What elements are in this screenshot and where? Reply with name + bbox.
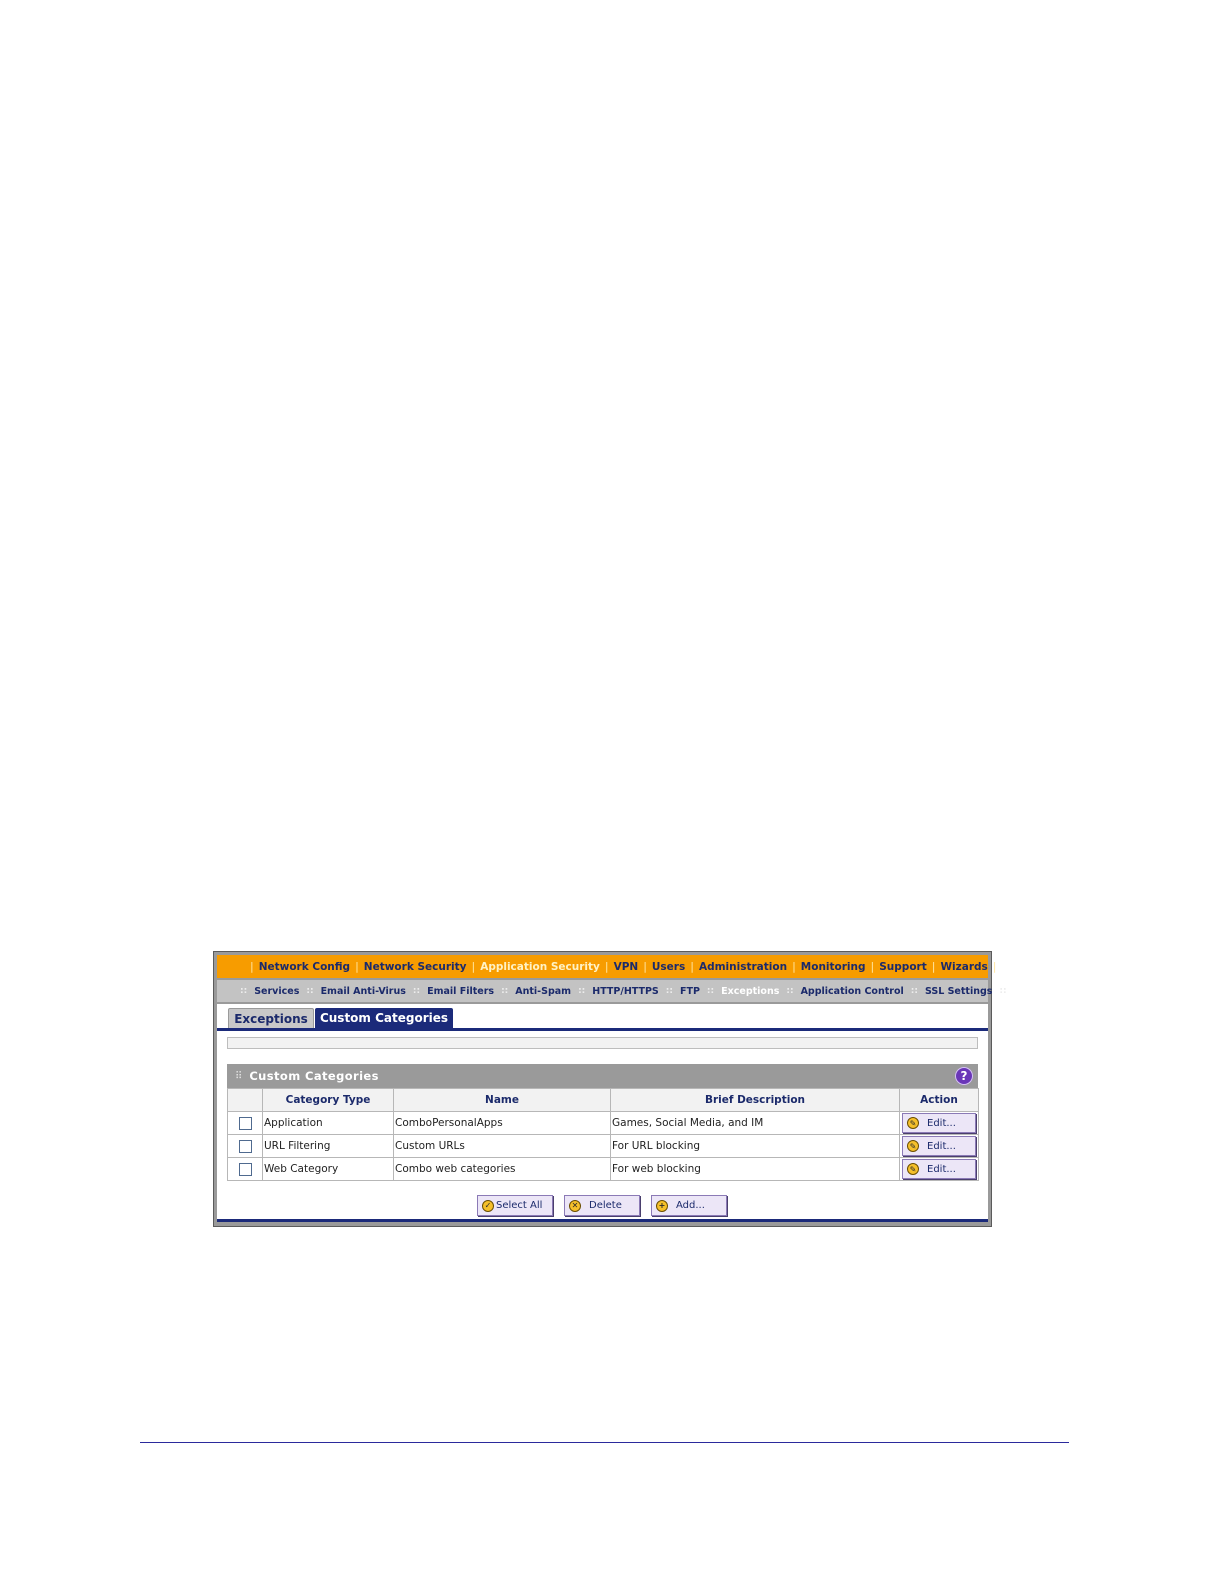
main-nav-support[interactable]: Support xyxy=(879,961,926,973)
nav-separator: | xyxy=(643,960,647,973)
edit-button[interactable]: ✎ Edit... xyxy=(902,1113,976,1133)
column-header-select xyxy=(227,1088,263,1112)
edit-button[interactable]: ✎ Edit... xyxy=(902,1159,976,1179)
tab-custom-categories[interactable]: Custom Categories xyxy=(315,1008,453,1028)
row-checkbox[interactable] xyxy=(238,1162,252,1176)
add-label: Add... xyxy=(676,1200,705,1211)
sub-nav-http-https[interactable]: HTTP/HTTPS xyxy=(592,986,659,997)
subnav-separator: :: xyxy=(578,986,586,996)
sub-nav-email-filters[interactable]: Email Filters xyxy=(427,986,494,997)
cell-action: ✎ Edit... xyxy=(899,1111,979,1135)
edit-button-label: Edit... xyxy=(927,1117,956,1129)
sub-nav-ssl-settings[interactable]: SSL Settings xyxy=(925,986,992,997)
main-nav-vpn[interactable]: VPN xyxy=(614,961,639,973)
main-nav-administration[interactable]: Administration xyxy=(699,961,787,973)
subnav-separator: :: xyxy=(501,986,509,996)
help-icon[interactable]: ? xyxy=(955,1067,973,1085)
column-header-name: Name xyxy=(393,1088,611,1112)
subnav-separator: :: xyxy=(240,986,248,996)
subnav-separator: :: xyxy=(910,986,918,996)
cell-name: Custom URLs xyxy=(393,1134,611,1158)
sub-nav-application-control[interactable]: Application Control xyxy=(801,986,904,997)
cell-action: ✎ Edit... xyxy=(899,1134,979,1158)
table-row: Application ComboPersonalApps Games, Soc… xyxy=(227,1111,979,1135)
action-button-row: ✓ Select All ✕ Delete + Add... xyxy=(217,1195,988,1217)
column-header-action: Action xyxy=(899,1088,979,1112)
table-row: URL Filtering Custom URLs For URL blocki… xyxy=(227,1134,979,1158)
table-row: Web Category Combo web categories For we… xyxy=(227,1157,979,1181)
column-header-category-type: Category Type xyxy=(262,1088,394,1112)
cell-category-type: Web Category xyxy=(262,1157,394,1181)
nav-separator: | xyxy=(792,960,796,973)
grip-icon: ⠿ xyxy=(235,1070,242,1082)
cell-category-type: URL Filtering xyxy=(262,1134,394,1158)
nav-separator: | xyxy=(931,960,936,973)
row-checkbox[interactable] xyxy=(238,1139,252,1153)
sub-nav-exceptions[interactable]: Exceptions xyxy=(721,986,779,997)
sub-nav-services[interactable]: Services xyxy=(254,986,299,997)
checkmark-icon: ✓ xyxy=(482,1199,494,1212)
subnav-separator: :: xyxy=(665,986,673,996)
subnav-separator: :: xyxy=(786,986,794,996)
edit-button-label: Edit... xyxy=(927,1163,956,1175)
status-message-bar xyxy=(227,1037,978,1049)
subnav-separator: :: xyxy=(706,986,715,996)
table-header-row: Category Type Name Brief Description Act… xyxy=(227,1088,979,1112)
main-nav-users[interactable]: Users xyxy=(652,961,685,973)
nav-separator: | xyxy=(870,960,875,973)
footer-rule xyxy=(140,1442,1069,1443)
add-button[interactable]: + Add... xyxy=(651,1195,727,1216)
cell-name: ComboPersonalApps xyxy=(393,1111,611,1135)
tab-exceptions[interactable]: Exceptions xyxy=(228,1008,314,1028)
edit-button[interactable]: ✎ Edit... xyxy=(902,1136,976,1156)
sub-nav: :: Services :: Email Anti-Virus :: Email… xyxy=(217,980,1007,1002)
edit-icon: ✎ xyxy=(907,1163,919,1175)
delete-label: Delete xyxy=(589,1200,622,1211)
x-circle-icon: ✕ xyxy=(569,1199,581,1212)
app-screenshot: | Network Config | Network Security | Ap… xyxy=(213,951,1007,1227)
nav-separator: | xyxy=(992,960,997,973)
section-header: ⠿ Custom Categories ? xyxy=(227,1064,978,1088)
nav-separator: | xyxy=(604,960,609,973)
select-all-button[interactable]: ✓ Select All xyxy=(477,1195,553,1216)
main-nav: | Network Config | Network Security | Ap… xyxy=(217,955,997,978)
main-nav-wizards[interactable]: Wizards xyxy=(940,961,987,973)
nav-separator: | xyxy=(471,960,476,973)
sub-nav-anti-spam[interactable]: Anti-Spam xyxy=(515,986,571,997)
content-panel: ⠿ Custom Categories ? Category Type Name… xyxy=(217,1028,988,1222)
nav-separator: | xyxy=(250,960,254,973)
main-nav-network-security[interactable]: Network Security xyxy=(364,961,467,973)
cell-category-type: Application xyxy=(262,1111,394,1135)
delete-button[interactable]: ✕ Delete xyxy=(564,1195,640,1216)
nav-separator: | xyxy=(690,960,694,973)
subnav-separator: :: xyxy=(999,986,1007,996)
cell-action: ✎ Edit... xyxy=(899,1157,979,1181)
custom-categories-table: Category Type Name Brief Description Act… xyxy=(227,1088,979,1181)
nav-separator: | xyxy=(355,960,359,973)
edit-button-label: Edit... xyxy=(927,1140,956,1152)
section-title: Custom Categories xyxy=(249,1069,379,1083)
cell-name: Combo web categories xyxy=(393,1157,611,1181)
row-select-cell xyxy=(227,1111,263,1135)
subnav-separator: :: xyxy=(306,986,314,996)
edit-icon: ✎ xyxy=(907,1117,919,1129)
subnav-separator: :: xyxy=(412,986,421,996)
row-checkbox[interactable] xyxy=(238,1116,252,1130)
column-header-brief-description: Brief Description xyxy=(610,1088,900,1112)
cell-description: Games, Social Media, and IM xyxy=(610,1111,900,1135)
row-select-cell xyxy=(227,1157,263,1181)
edit-icon: ✎ xyxy=(907,1140,919,1152)
main-nav-monitoring[interactable]: Monitoring xyxy=(801,961,866,973)
main-nav-network-config[interactable]: Network Config xyxy=(259,961,350,973)
select-all-label: Select All xyxy=(496,1200,543,1211)
cell-description: For web blocking xyxy=(610,1157,900,1181)
cell-description: For URL blocking xyxy=(610,1134,900,1158)
plus-circle-icon: + xyxy=(656,1199,668,1212)
sub-nav-email-anti-virus[interactable]: Email Anti-Virus xyxy=(321,986,406,997)
row-select-cell xyxy=(227,1134,263,1158)
tab-bar: Exceptions Custom Categories xyxy=(217,1004,988,1028)
sub-nav-ftp[interactable]: FTP xyxy=(680,986,700,997)
main-nav-application-security[interactable]: Application Security xyxy=(480,961,600,973)
